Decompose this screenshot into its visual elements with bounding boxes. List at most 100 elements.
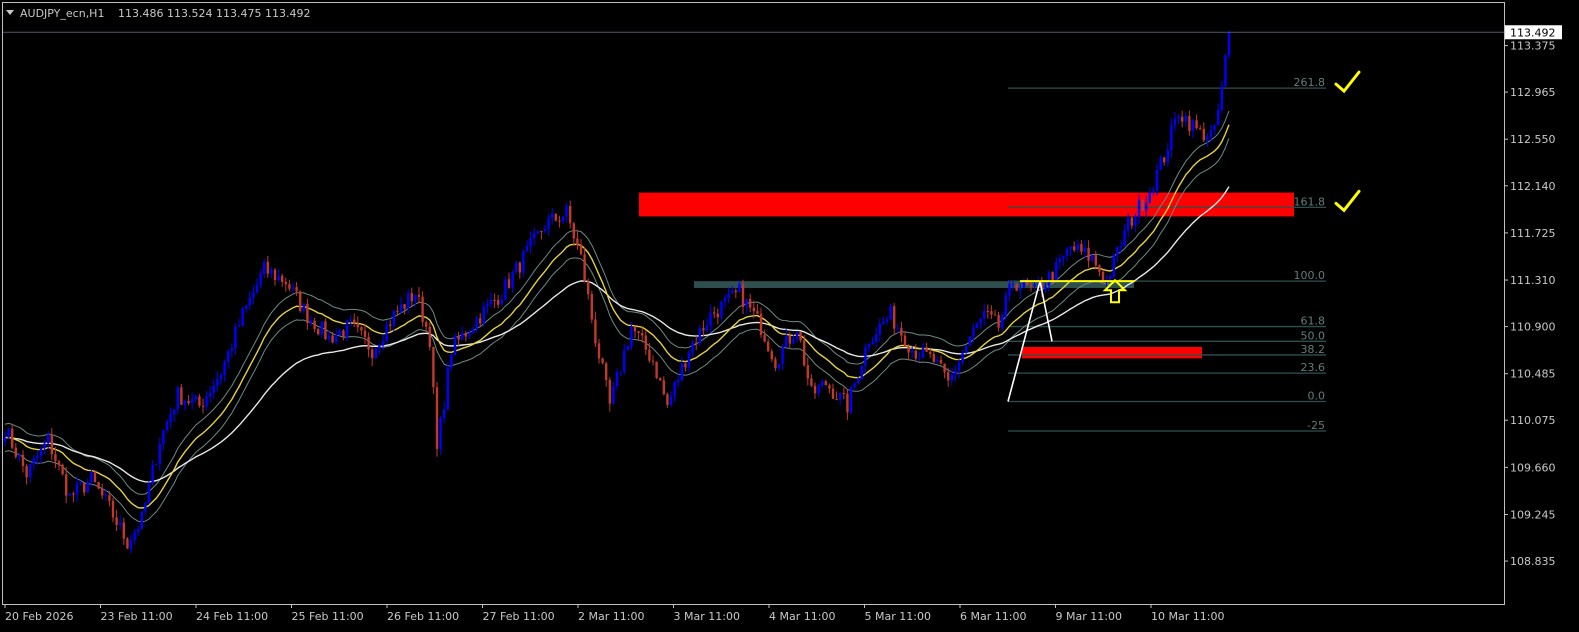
price-tick-label: 112.140	[1510, 180, 1556, 193]
candle	[374, 347, 377, 359]
candle-body	[720, 301, 723, 318]
price-chart[interactable]: 261.8 161.8 100.0 61.850.038.2 23.6 0.0 -25 11…	[0, 0, 1579, 632]
candle-body	[194, 396, 197, 400]
candle-body	[111, 500, 115, 518]
candle-body	[273, 269, 277, 280]
price-tick-label: 112.550	[1510, 133, 1556, 146]
candle-body	[785, 335, 788, 348]
candle-body	[997, 314, 1000, 328]
candle-body	[612, 386, 615, 404]
candle-body	[255, 284, 259, 293]
candle-body	[453, 336, 457, 355]
fib-level-label: 0.0	[1308, 390, 1326, 403]
candle-body	[723, 297, 727, 302]
candle-body	[1163, 157, 1166, 163]
candle-body	[1076, 244, 1079, 251]
candle-body	[597, 343, 601, 359]
fib-level-label: 50.0	[1301, 329, 1326, 342]
price-tick-label: 110.485	[1510, 368, 1556, 381]
candle-body	[572, 223, 575, 239]
candle-body	[385, 324, 388, 342]
candle-body	[1227, 32, 1231, 56]
time-tick-label: 10 Mar 11:00	[1151, 610, 1224, 623]
candle-body	[180, 387, 183, 405]
candle-body	[529, 238, 532, 247]
candle-body	[1001, 315, 1004, 328]
candle-body	[853, 383, 856, 387]
candle-body	[1091, 255, 1094, 261]
candle	[97, 481, 100, 490]
candle-body	[39, 448, 43, 457]
candle-body	[1094, 255, 1097, 266]
candle-body	[893, 306, 896, 329]
candle-body	[857, 378, 860, 384]
candle-body	[1062, 255, 1065, 259]
candle-body	[1098, 265, 1101, 272]
candle-body	[619, 371, 622, 373]
candle-body	[662, 380, 665, 395]
candle-body	[831, 388, 835, 399]
candle-body	[482, 306, 485, 324]
candle-body	[835, 398, 838, 400]
candle-body	[907, 346, 910, 353]
time-tick-label: 9 Mar 11:00	[1056, 610, 1122, 623]
candle-body	[943, 363, 946, 373]
candle-body	[623, 350, 626, 372]
candle-body	[673, 382, 676, 397]
candle-body	[309, 320, 313, 323]
time-tick-label: 4 Mar 11:00	[769, 610, 835, 623]
time-tick-label: 6 Mar 11:00	[960, 610, 1026, 623]
candle-body	[630, 326, 633, 347]
candle-body	[29, 463, 32, 478]
candle-body	[522, 251, 525, 273]
candle-body	[1015, 283, 1018, 291]
candle-body	[821, 381, 824, 386]
candle-body	[245, 305, 248, 309]
candle-body	[882, 321, 885, 324]
candle-body	[1181, 116, 1184, 122]
candle-body	[626, 346, 629, 351]
candle-body	[1004, 295, 1007, 316]
candle-body	[605, 363, 608, 381]
candle-body	[1220, 86, 1223, 110]
candle-body	[1166, 150, 1169, 163]
price-tick-label: 111.310	[1510, 274, 1556, 287]
candle	[126, 537, 129, 550]
price-tick-label: 110.075	[1510, 414, 1556, 427]
time-tick-label: 3 Mar 11:00	[674, 610, 740, 623]
candle-body	[14, 447, 17, 457]
candle-body	[137, 529, 140, 533]
candle-body	[277, 275, 280, 280]
candle-body	[1159, 157, 1162, 170]
time-tick-label: 2 Mar 11:00	[578, 610, 644, 623]
candle-body	[428, 326, 431, 347]
time-tick-label: 25 Feb 11:00	[292, 610, 364, 623]
candle-body	[759, 313, 763, 335]
candle-body	[900, 328, 903, 336]
candle-body	[914, 350, 917, 359]
candle-body	[817, 385, 820, 394]
price-tick-label: 108.835	[1510, 555, 1556, 568]
candle-body	[741, 284, 745, 307]
candle-body	[525, 246, 529, 252]
candle-body	[295, 287, 298, 292]
candle-body	[540, 230, 543, 232]
candle-body	[871, 341, 874, 344]
candle-body	[975, 323, 979, 329]
candle-body	[781, 347, 784, 364]
candle-body	[93, 472, 97, 483]
candle-body	[932, 353, 935, 362]
candle-body	[1199, 128, 1202, 130]
candle-body	[119, 522, 122, 525]
candle-body	[381, 341, 385, 346]
candle-body	[216, 379, 219, 386]
candle-body	[443, 409, 446, 419]
candle-body	[126, 538, 129, 549]
candle-body	[140, 511, 143, 530]
candle-body	[79, 482, 82, 484]
candle-body	[533, 233, 536, 239]
candle-body	[266, 261, 269, 274]
candle-body	[547, 218, 550, 229]
candle-body	[695, 342, 698, 344]
candle	[590, 290, 593, 324]
